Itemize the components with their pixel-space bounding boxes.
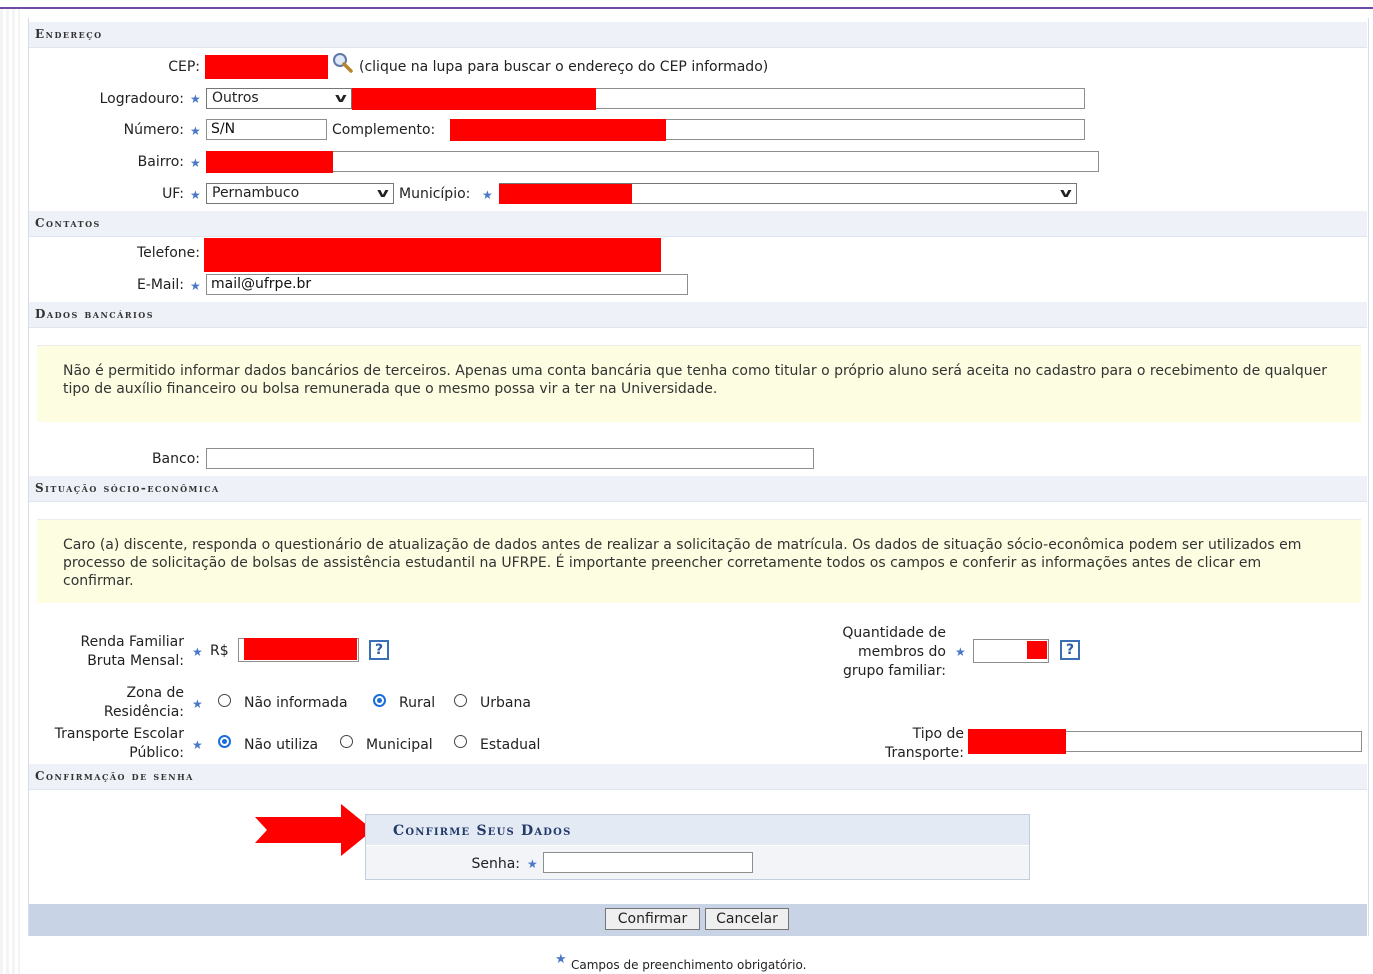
section-endereco: Endereço [29,22,1367,48]
bairro-label: Bairro: [137,154,184,170]
footer-required-note: Campos de preenchimento obrigatório. [571,958,807,972]
required-star-icon: ★ [190,188,201,202]
label-line: Transporte Escolar [54,726,184,742]
zona-label: Zona de Residência: [40,684,184,722]
section-title: Endereço [35,27,103,41]
label-line: Quantidade de [842,625,946,641]
municipio-label: Município: [399,186,471,202]
email-input[interactable]: mail@ufrpe.br [206,274,688,295]
section-title: Contatos [35,216,101,230]
uf-label: UF: [162,186,184,202]
banco-label: Banco: [151,451,200,467]
tipo-transporte-redaction [968,729,1066,754]
help-icon[interactable]: ? [369,640,389,660]
section-title: Confirmação de senha [35,769,194,783]
select-value: Outros [212,90,259,106]
numero-label: Número: [123,122,184,138]
radio-zona-nao-informada[interactable] [218,694,231,707]
logradouro-type-select[interactable]: Outros v [206,88,352,109]
help-icon[interactable]: ? [1060,640,1080,660]
required-star-icon: ★ [955,645,966,659]
confirm-box-header: Confirme Seus Dados [366,815,1029,845]
section-confirmacao: Confirmação de senha [29,764,1367,790]
tipo-transporte-label: Tipo de Transporte: [820,725,964,763]
renda-label: Renda Familiar Bruta Mensal: [40,633,185,671]
radio-transporte-municipal[interactable] [340,735,353,748]
chevron-down-icon: v [377,186,389,200]
select-value: Pernambuco [212,185,300,201]
red-arrow-icon [255,804,373,856]
radio-label: Não utiliza [244,737,319,753]
label-line: Público: [129,745,184,761]
telefone-input-redacted[interactable] [204,238,661,272]
section-dados-bancarios: Dados bancários [29,302,1367,328]
left-border [0,0,20,974]
required-star-icon: ★ [190,156,201,170]
required-star-icon: ★ [192,738,203,752]
label-line: Zona de [126,685,184,701]
radio-label: Não informada [244,695,348,711]
uf-select[interactable]: Pernambuco v [206,183,394,204]
confirm-button[interactable]: Confirmar [605,908,700,930]
label-line: Bruta Mensal: [87,653,184,669]
banco-input[interactable] [206,448,814,469]
bairro-input[interactable] [206,151,1099,172]
numero-input[interactable]: S/N [206,119,327,140]
required-star-icon: ★ [190,279,201,293]
radio-label: Urbana [480,695,531,711]
required-star-icon: ★ [190,92,201,106]
radio-transporte-nao-utiliza[interactable] [218,735,231,748]
magnifier-icon[interactable] [332,52,354,74]
renda-redaction [244,638,357,660]
cep-input-redacted[interactable] [205,55,328,79]
complemento-label: Complemento: [332,122,436,138]
radio-zona-urbana[interactable] [454,694,467,707]
cep-label: CEP: [168,59,200,75]
telefone-label: Telefone: [137,245,200,261]
cancel-button[interactable]: Cancelar [705,908,789,930]
logradouro-redaction [352,88,596,110]
chevron-down-icon: v [335,91,347,105]
label-line: Residência: [103,704,184,720]
top-border [0,0,1373,9]
cep-hint: (clique na lupa para buscar o endereço d… [359,59,769,75]
email-label: E-Mail: [136,277,184,293]
currency-label: R$ [210,643,229,659]
required-star-icon: ★ [482,188,493,202]
required-star-icon: ★ [527,857,538,871]
label-line: Transporte: [884,745,964,761]
section-title: Situação sócio-econômica [35,481,220,495]
radio-label: Municipal [366,737,433,753]
required-star-icon: ★ [192,645,203,659]
senha-input[interactable] [543,852,753,873]
transporte-label: Transporte Escolar Público: [30,725,184,763]
chevron-down-icon: v [1060,186,1072,200]
municipio-redaction [499,184,632,204]
complemento-redaction [450,119,666,141]
label-line: Tipo de [912,726,964,742]
label-line: grupo familiar: [842,663,946,679]
radio-label: Estadual [480,737,541,753]
section-situacao: Situação sócio-econômica [29,476,1367,502]
senha-label: Senha: [471,856,520,872]
radio-label: Rural [399,695,436,711]
bairro-redaction [206,151,333,173]
membros-label: Quantidade de membros do grupo familiar: [790,624,946,681]
required-star-icon: ★ [190,124,201,138]
situacao-note: Caro (a) discente, responda o questionár… [37,519,1361,603]
bancarios-note: Não é permitido informar dados bancários… [37,345,1361,422]
required-star-icon: ★ [192,697,203,711]
required-star-icon: ★ [555,952,567,967]
radio-zona-rural[interactable] [373,694,386,707]
section-contatos: Contatos [29,211,1367,237]
label-line: membros do [858,644,946,660]
confirm-box-title: Confirme Seus Dados [393,823,572,839]
label-line: Renda Familiar [80,634,185,650]
radio-transporte-estadual[interactable] [454,735,467,748]
membros-redaction [1027,641,1047,659]
section-title: Dados bancários [35,307,154,321]
logradouro-label: Logradouro: [99,91,184,107]
